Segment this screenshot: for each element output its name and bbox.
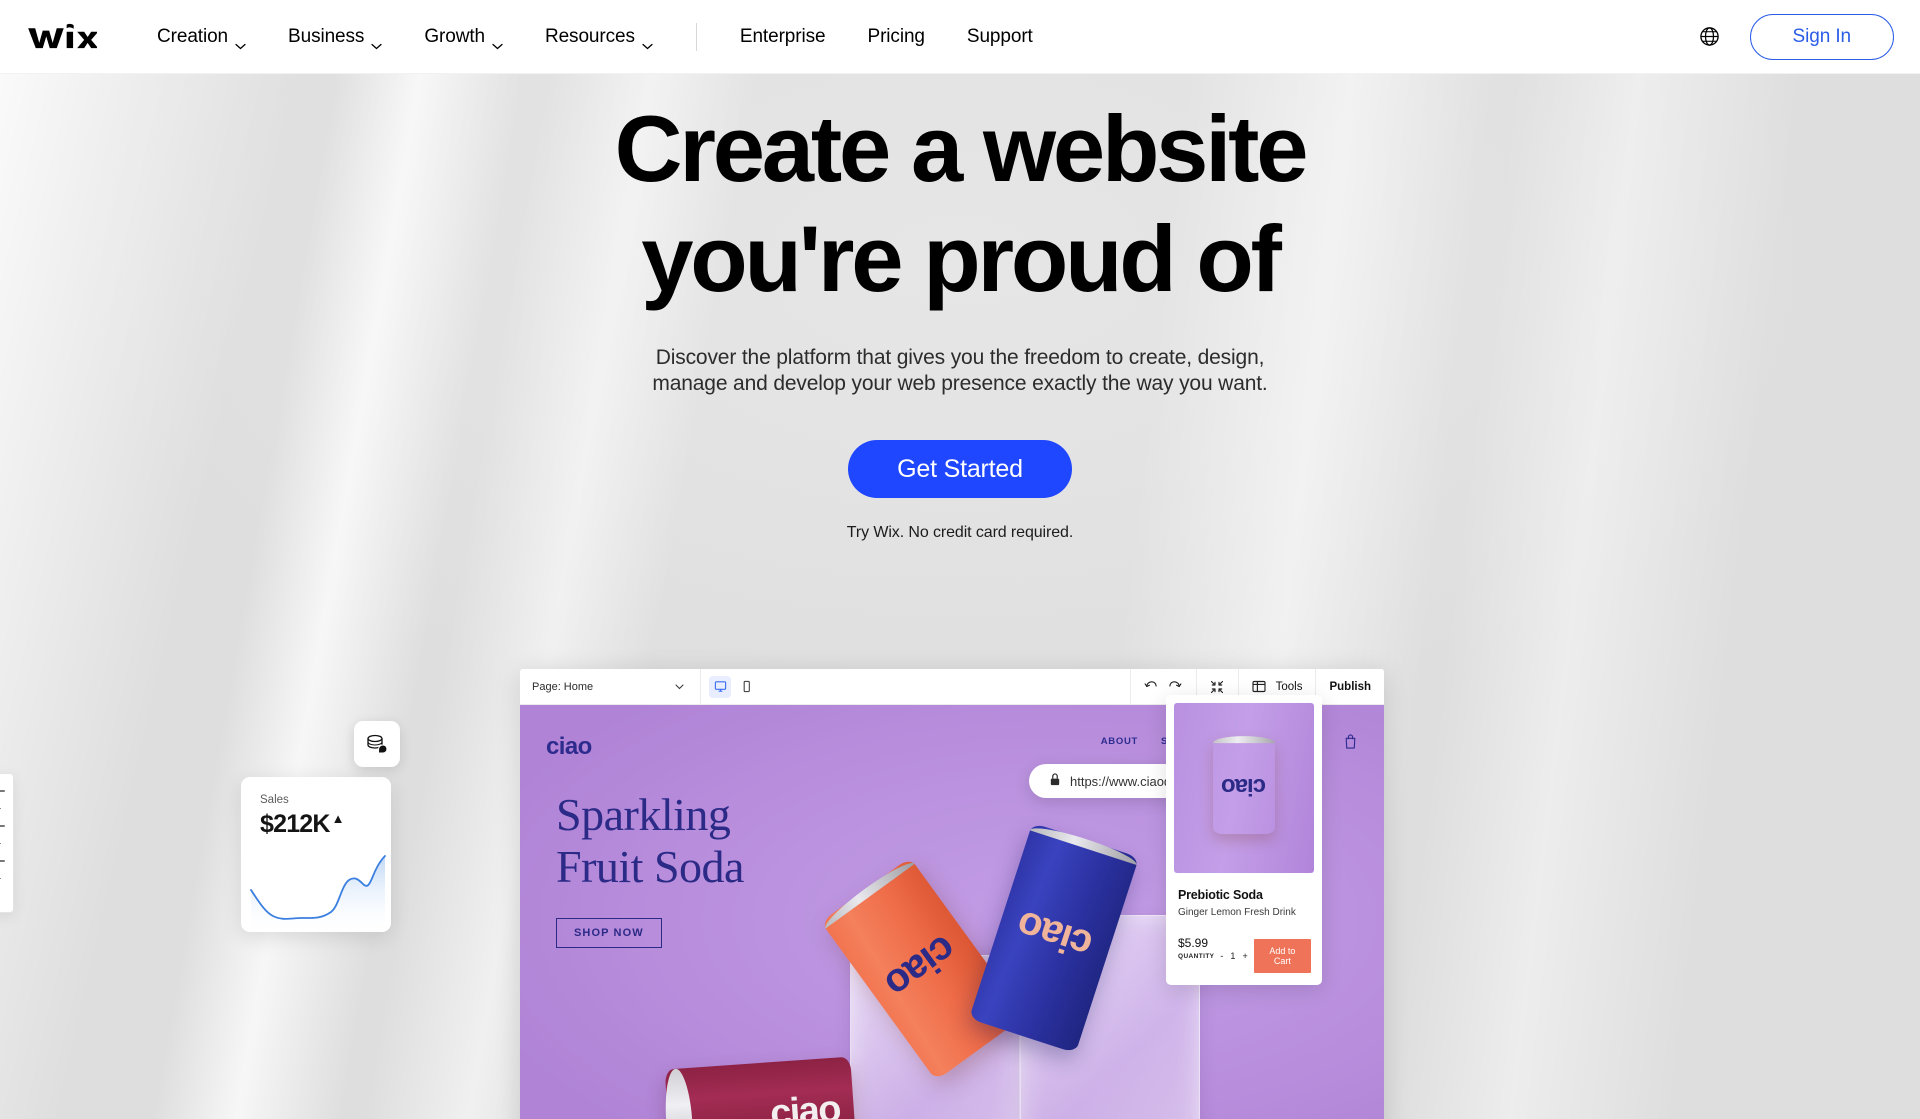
publish-label: Publish <box>1329 680 1371 693</box>
nav-item-enterprise[interactable]: Enterprise <box>719 18 847 56</box>
tools-label: Tools <box>1275 680 1303 693</box>
site-logo[interactable]: ciao <box>546 733 592 761</box>
placeholder-line <box>0 877 1 879</box>
placeholder-line <box>0 825 5 827</box>
maroon-can-label: ciao <box>768 1088 842 1119</box>
sales-card-label: Sales <box>260 794 289 806</box>
page-selector-dropdown[interactable]: Page: Home <box>532 681 692 693</box>
collapse-icon <box>1210 679 1225 694</box>
nav-item-growth[interactable]: Growth <box>403 18 524 56</box>
view-toggle-group <box>709 675 757 698</box>
hero-section: Create a website you're proud of Discove… <box>0 74 1920 1119</box>
nav-item-creation[interactable]: Creation <box>136 18 267 56</box>
placeholder-line <box>0 807 1 809</box>
orange-can-label: ciao <box>877 926 965 1007</box>
toolbar-divider <box>700 669 701 705</box>
undo-icon[interactable] <box>1144 679 1159 694</box>
quantity-value: 1 <box>1230 951 1236 961</box>
product-purchase-row: QUANTITY - 1 + Add to Cart <box>1178 939 1311 973</box>
nav-item-support[interactable]: Support <box>946 18 1054 56</box>
blue-can-label: ciao <box>1012 902 1098 968</box>
globe-icon[interactable] <box>1690 17 1730 57</box>
sign-in-button[interactable]: Sign In <box>1749 13 1894 60</box>
lock-icon <box>1049 773 1061 789</box>
site-nav-about[interactable]: ABOUT <box>1101 736 1138 747</box>
chevron-down-icon <box>492 34 503 50</box>
quantity-stepper[interactable]: - 1 + <box>1220 951 1247 961</box>
hero-content: Create a website you're proud of Discove… <box>0 74 1920 542</box>
product-subtitle: Ginger Lemon Fresh Drink <box>1178 907 1296 918</box>
nav-item-business[interactable]: Business <box>267 18 403 56</box>
placeholder-line <box>0 860 5 862</box>
hero-subtitle-line-1: Discover the platform that gives you the… <box>655 346 1265 369</box>
quantity-decrease-button[interactable]: - <box>1220 951 1223 961</box>
sales-area-chart <box>250 855 386 932</box>
product-can-label: ciao <box>1221 773 1267 801</box>
site-hero-text: Sparkling Fruit Soda SHOP NOW <box>556 789 744 949</box>
nav-item-growth-label: Growth <box>424 25 485 47</box>
maroon-can: ciao <box>662 1056 858 1119</box>
can-lid <box>662 1067 696 1119</box>
panel-icon <box>1252 679 1267 694</box>
nav-item-support-label: Support <box>966 25 1033 47</box>
desktop-view-icon[interactable] <box>709 675 731 698</box>
nav-right-group: Sign In <box>1690 13 1894 60</box>
partial-side-card <box>0 773 14 913</box>
page-title: Create a website you're proud of <box>0 102 1920 306</box>
nav-item-business-label: Business <box>288 25 365 47</box>
placeholder-line <box>0 842 1 844</box>
chevron-down-icon <box>235 34 246 50</box>
database-icon <box>354 721 400 767</box>
shop-now-button[interactable]: SHOP NOW <box>556 918 662 949</box>
product-image: ciao <box>1174 703 1314 873</box>
add-to-cart-button[interactable]: Add to Cart <box>1253 939 1311 973</box>
top-navigation-bar: Creation Business Growth Resources Enter… <box>0 0 1920 74</box>
nav-item-pricing[interactable]: Pricing <box>847 18 946 56</box>
placeholder-line <box>0 790 5 792</box>
cta-group: Get Started Try Wix. No credit card requ… <box>0 440 1920 542</box>
product-can: ciao <box>1213 736 1275 834</box>
chevron-down-icon <box>371 34 382 50</box>
trend-up-icon: ▲ <box>331 811 345 826</box>
can-lid <box>1030 821 1140 865</box>
site-hero-line-2: Fruit Soda <box>556 840 744 892</box>
site-hero-line-1: Sparkling <box>556 789 731 840</box>
hero-title-line-1: Create a website <box>614 96 1309 201</box>
primary-nav-items: Creation Business Growth Resources Enter… <box>136 18 1054 56</box>
sales-card-value: $212K <box>260 810 330 838</box>
cta-note: Try Wix. No credit card required. <box>846 524 1074 542</box>
sales-card-value-row: $212K ▲ <box>260 810 391 839</box>
product-title: Prebiotic Soda <box>1178 888 1263 902</box>
nav-item-resources-label: Resources <box>544 25 635 47</box>
page-selector-label: Page: Home <box>532 680 594 693</box>
can-lid <box>820 856 915 929</box>
quantity-label: QUANTITY <box>1178 952 1215 960</box>
hero-title-line-2: you're proud of <box>641 206 1282 311</box>
editor-mockup-stage: $w ("#addToCartButton").onClick( let cur… <box>0 669 1920 1119</box>
nav-divider <box>695 22 697 51</box>
get-started-button[interactable]: Get Started <box>848 440 1072 499</box>
bag-icon[interactable] <box>1343 733 1358 749</box>
wix-logo[interactable] <box>26 20 98 54</box>
redo-icon[interactable] <box>1168 679 1183 694</box>
chevron-down-icon <box>675 681 684 693</box>
quantity-increase-button[interactable]: + <box>1242 951 1247 961</box>
sales-card: Sales $212K ▲ <box>241 777 391 932</box>
nav-item-resources[interactable]: Resources <box>524 18 674 56</box>
mobile-view-icon[interactable] <box>735 676 757 698</box>
hero-subtitle-line-2: manage and develop your web presence exa… <box>652 372 1268 396</box>
chevron-down-icon <box>642 34 653 50</box>
nav-item-pricing-label: Pricing <box>867 25 925 47</box>
product-card: ciao Prebiotic Soda Ginger Lemon Fresh D… <box>1166 695 1322 985</box>
nav-item-enterprise-label: Enterprise <box>739 25 826 47</box>
nav-item-creation-label: Creation <box>157 25 229 47</box>
hero-subtitle: Discover the platform that gives you the… <box>0 345 1920 397</box>
publish-button[interactable]: Publish <box>1315 669 1384 705</box>
